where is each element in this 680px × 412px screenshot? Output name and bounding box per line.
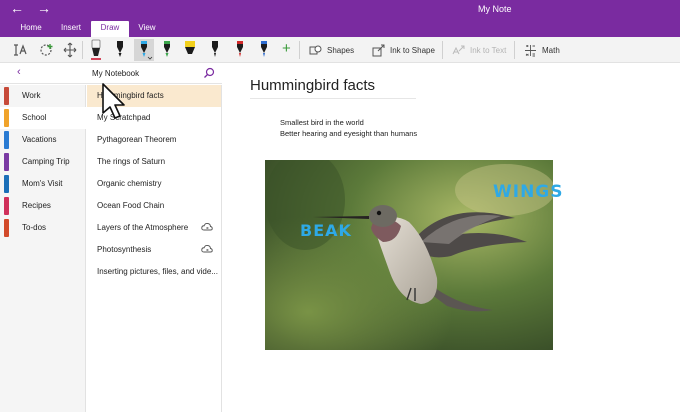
ink-to-text-label: Ink to Text xyxy=(470,45,507,55)
section-label: Vacations xyxy=(22,135,57,144)
window-title: My Note xyxy=(478,4,512,14)
page-item[interactable]: The rings of Saturn xyxy=(87,151,221,173)
math-button[interactable]: Math xyxy=(524,41,560,59)
section-color-tab xyxy=(4,153,9,171)
ink-label-wings[interactable]: WINGS xyxy=(493,182,564,202)
section-item-work[interactable]: Work xyxy=(0,85,86,107)
ink-label-beak[interactable]: BEAK xyxy=(300,221,352,240)
note-text-line[interactable]: Better hearing and eyesight than humans xyxy=(280,129,417,138)
ink-to-text-button[interactable]: Ink to Text xyxy=(452,41,506,59)
page-title[interactable]: Hummingbird facts xyxy=(250,77,416,99)
pen-green-icon[interactable] xyxy=(160,39,174,61)
notebook-name[interactable]: My Notebook xyxy=(92,69,139,78)
cloud-sync-icon xyxy=(201,244,213,253)
add-space-icon[interactable] xyxy=(38,41,54,59)
page-item[interactable]: Inserting pictures, files, and vide... xyxy=(87,261,221,283)
cloud-sync-icon xyxy=(201,222,213,231)
ribbon-separator xyxy=(514,41,515,59)
section-color-tab xyxy=(4,109,9,127)
note-canvas[interactable]: Hummingbird facts Smallest bird in the w… xyxy=(222,64,680,412)
section-item-school[interactable]: School xyxy=(0,107,86,129)
ink-to-shape-button[interactable]: Ink to Shape xyxy=(372,41,435,59)
pen-blue-icon[interactable] xyxy=(134,39,154,61)
section-label: Camping Trip xyxy=(22,157,70,166)
section-color-tab xyxy=(4,87,9,105)
ribbon-separator xyxy=(442,41,443,59)
draw-ribbon: + Shapes Ink to Shape Ink to Text Math xyxy=(0,37,680,63)
forward-arrow-icon[interactable]: → xyxy=(37,0,51,17)
section-label: Work xyxy=(22,91,41,100)
page-item[interactable]: Ocean Food Chain xyxy=(87,195,221,217)
page-label: Photosynthesis xyxy=(97,245,152,254)
highlighter-yellow-icon[interactable] xyxy=(183,39,197,61)
page-label: Pythagorean Theorem xyxy=(97,135,177,144)
ribbon-separator xyxy=(299,41,300,59)
title-bar: ← → My Note xyxy=(0,0,680,19)
ribbon-tabs: Home Insert Draw View xyxy=(0,19,680,37)
section-color-tab xyxy=(4,131,9,149)
section-label: To-dos xyxy=(22,223,47,232)
page-item[interactable]: Organic chemistry xyxy=(87,173,221,195)
back-arrow-icon[interactable]: ← xyxy=(10,0,24,17)
note-text-line[interactable]: Smallest bird in the world xyxy=(280,118,364,127)
math-icon xyxy=(525,44,536,56)
section-item-moms-visit[interactable]: Mom's Visit xyxy=(0,173,86,195)
pen-black-icon[interactable] xyxy=(113,39,127,61)
add-pen-icon[interactable]: + xyxy=(282,40,291,57)
section-item-to-dos[interactable]: To-dos xyxy=(0,217,86,239)
page-label: Inserting pictures, files, and vide... xyxy=(97,267,218,276)
chevron-left-icon[interactable]: ‹ xyxy=(17,66,21,78)
page-label: Ocean Food Chain xyxy=(97,201,165,210)
tab-insert[interactable]: Insert xyxy=(52,21,90,37)
pen-blue-2-icon[interactable] xyxy=(257,39,271,61)
ink-to-text-icon xyxy=(452,45,465,54)
notebook-header: ‹ My Notebook xyxy=(0,64,222,84)
section-label: Recipes xyxy=(22,201,51,210)
shapes-icon xyxy=(309,45,322,54)
search-icon[interactable] xyxy=(203,67,215,79)
section-item-recipes[interactable]: Recipes xyxy=(0,195,86,217)
section-label: Mom's Visit xyxy=(22,179,63,188)
ink-to-shape-icon xyxy=(372,44,385,56)
mouse-cursor-icon xyxy=(102,83,125,119)
pen-black-2-icon[interactable] xyxy=(208,39,222,61)
ink-to-shape-label: Ink to Shape xyxy=(390,45,435,55)
tab-view[interactable]: View xyxy=(129,21,165,37)
section-color-tab xyxy=(4,175,9,193)
page-label: Layers of the Atmosphere xyxy=(97,223,189,232)
eraser-icon[interactable] xyxy=(62,41,78,59)
tab-home[interactable]: Home xyxy=(12,21,50,37)
math-label: Math xyxy=(542,45,560,55)
pages-list: Hummingbird facts My Scratchpad Pythagor… xyxy=(87,85,222,412)
lasso-select-icon[interactable] xyxy=(13,41,29,59)
shapes-label: Shapes xyxy=(327,45,355,55)
section-label: School xyxy=(22,113,47,122)
page-label: Organic chemistry xyxy=(97,179,162,188)
ribbon-separator xyxy=(82,41,83,59)
section-item-camping-trip[interactable]: Camping Trip xyxy=(0,151,86,173)
pen-white-icon[interactable] xyxy=(89,39,103,61)
section-color-tab xyxy=(4,219,9,237)
tab-draw[interactable]: Draw xyxy=(91,21,129,37)
section-color-tab xyxy=(4,197,9,215)
sections-list: Work School Vacations Camping Trip Mom's… xyxy=(0,85,86,412)
shapes-button[interactable]: Shapes xyxy=(309,41,354,59)
page-label: The rings of Saturn xyxy=(97,157,166,166)
page-item[interactable]: Layers of the Atmosphere xyxy=(87,217,221,239)
pen-red-icon[interactable] xyxy=(233,39,247,61)
section-item-vacations[interactable]: Vacations xyxy=(0,129,86,151)
page-item[interactable]: Photosynthesis xyxy=(87,239,221,261)
page-item[interactable]: Pythagorean Theorem xyxy=(87,129,221,151)
